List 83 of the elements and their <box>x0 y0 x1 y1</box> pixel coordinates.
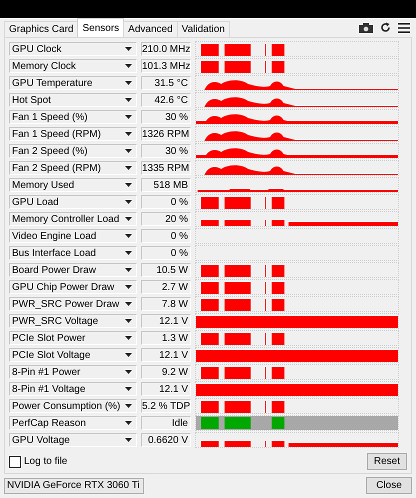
sensor-dropdown[interactable]: GPU Clock <box>9 42 137 56</box>
sensor-value: 30 % <box>141 110 191 124</box>
sensor-value: 12.1 V <box>141 348 191 362</box>
sensor-dropdown[interactable]: PerfCap Reason <box>9 416 137 430</box>
tab[interactable]: Advanced <box>123 21 178 37</box>
sensor-dropdown[interactable]: GPU Voltage <box>9 433 137 447</box>
caret-icon <box>125 404 132 408</box>
sensor-value: 210.0 MHz <box>141 42 191 56</box>
sensor-dropdown[interactable]: PWR_SRC Voltage <box>9 314 137 328</box>
sensor-value: 0.6620 V <box>141 433 191 447</box>
caret-icon <box>125 387 132 391</box>
sensor-value: 30 % <box>141 144 191 158</box>
sensor-value: 0 % <box>141 246 191 260</box>
sensor-value: 518 MB <box>141 178 191 192</box>
sensor-dropdown[interactable]: Memory Clock <box>9 59 137 73</box>
sensor-dropdown[interactable]: Bus Interface Load <box>9 246 137 260</box>
sensor-dropdown[interactable]: Hot Spot <box>9 93 137 107</box>
sensor-dropdown[interactable]: 8-Pin #1 Voltage <box>9 382 137 396</box>
sensor-value: 10.5 W <box>141 263 191 277</box>
sensor-value: 1335 RPM <box>141 161 191 175</box>
log-checkbox[interactable]: Log to file <box>9 456 68 468</box>
caret-icon <box>125 81 132 85</box>
tab[interactable]: Sensors <box>77 18 124 37</box>
sensor-dropdown[interactable]: PCIe Slot Power <box>9 331 137 345</box>
sensor-value: 1326 RPM <box>141 127 191 141</box>
sensor-value: 7.8 W <box>141 297 191 311</box>
sensor-dropdown[interactable]: PWR_SRC Power Draw <box>9 297 137 311</box>
caret-icon <box>125 149 132 153</box>
caret-icon <box>125 319 132 323</box>
sensor-dropdown[interactable]: Fan 1 Speed (%) <box>9 110 137 124</box>
tab[interactable]: Graphics Card <box>4 21 78 37</box>
tab[interactable]: Validation <box>176 21 230 37</box>
caret-icon <box>125 47 132 51</box>
sensor-dropdown[interactable]: Board Power Draw <box>9 263 137 277</box>
sensor-value: Idle <box>141 416 191 430</box>
sensor-value: 2.7 W <box>141 280 191 294</box>
sensor-value: 1.3 W <box>141 331 191 345</box>
sensor-value: 9.2 W <box>141 365 191 379</box>
caret-icon <box>125 166 132 170</box>
caret-icon <box>125 98 132 102</box>
sensor-dropdown[interactable]: PCIe Slot Voltage <box>9 348 137 362</box>
caret-icon <box>125 285 132 289</box>
sensor-value: 0 % <box>141 195 191 209</box>
caret-icon <box>125 64 132 68</box>
sensor-value: 31.5 °C <box>141 76 191 90</box>
sensor-dropdown[interactable]: Fan 1 Speed (RPM) <box>9 127 137 141</box>
sensor-value: 101.3 MHz <box>141 59 191 73</box>
caret-icon <box>125 234 132 238</box>
sensor-value: 12.1 V <box>141 314 191 328</box>
caret-icon <box>125 336 132 340</box>
caret-icon <box>125 370 132 374</box>
sensor-dropdown[interactable]: Power Consumption (%) <box>9 399 137 413</box>
refresh-icon[interactable] <box>380 22 391 33</box>
gpu-dropdown[interactable]: NVIDIA GeForce RTX 3060 Ti <box>4 478 144 494</box>
sensor-dropdown[interactable]: Fan 2 Speed (%) <box>9 144 137 158</box>
sensor-value: 12.1 V <box>141 382 191 396</box>
caret-icon <box>125 251 132 255</box>
sensor-dropdown[interactable]: 8-Pin #1 Power <box>9 365 137 379</box>
caret-icon <box>125 438 132 442</box>
camera-icon[interactable] <box>359 22 373 32</box>
reset-button[interactable]: Reset <box>366 453 407 470</box>
caret-icon <box>125 353 132 357</box>
caret-icon <box>125 302 132 306</box>
caret-icon <box>125 421 132 425</box>
caret-icon <box>125 183 132 187</box>
caret-icon <box>125 268 132 272</box>
sensor-dropdown[interactable]: GPU Load <box>9 195 137 209</box>
sensor-value: 42.6 °C <box>141 93 191 107</box>
caret-icon <box>125 200 132 204</box>
sensor-dropdown[interactable]: Memory Used <box>9 178 137 192</box>
sensor-dropdown[interactable]: GPU Temperature <box>9 76 137 90</box>
sensor-value: 0 % <box>141 229 191 243</box>
caret-icon <box>125 115 132 119</box>
sensor-value: 5.2 % TDP <box>141 399 191 413</box>
sensor-dropdown[interactable]: Memory Controller Load <box>9 212 137 226</box>
menu-icon[interactable] <box>398 22 410 32</box>
sensor-dropdown[interactable]: Fan 2 Speed (RPM) <box>9 161 137 175</box>
close-button[interactable]: Close <box>366 477 412 494</box>
caret-icon <box>125 132 132 136</box>
sensor-value: 20 % <box>141 212 191 226</box>
sensor-dropdown[interactable]: Video Engine Load <box>9 229 137 243</box>
caret-icon <box>125 217 132 221</box>
sensor-dropdown[interactable]: GPU Chip Power Draw <box>9 280 137 294</box>
